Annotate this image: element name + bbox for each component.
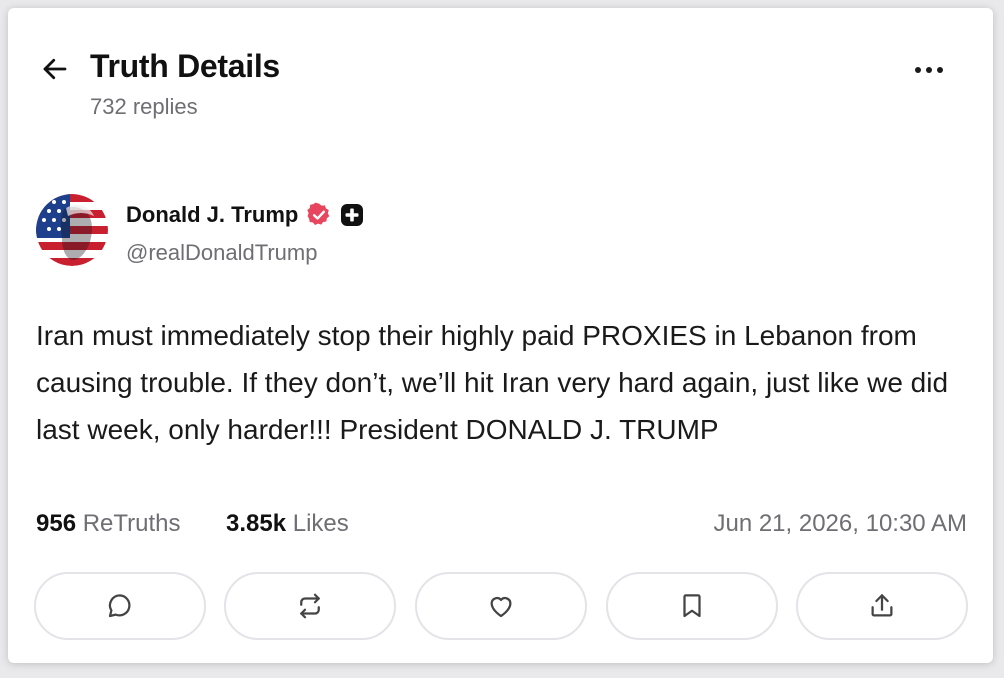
retruth-button[interactable] [224, 572, 396, 640]
comment-icon [108, 594, 131, 618]
page-title: Truth Details [90, 48, 280, 84]
retruths-label: ReTruths [82, 510, 181, 537]
bookmark-icon [683, 594, 701, 618]
repost-icon [300, 593, 320, 619]
like-button[interactable] [415, 572, 587, 640]
author-name-row: Donald J. Trump [126, 202, 364, 228]
plus-badge-icon [340, 203, 364, 227]
likes-count: 3.85k [226, 510, 287, 537]
likes-label: Likes [292, 510, 349, 537]
truth-detail-card: Truth Details 732 replies Donald J. Trum… [8, 8, 993, 663]
post-stats: 956 ReTruths 3.85k Likes Jun 21, 2026, 1… [36, 510, 967, 544]
arrow-left-icon [43, 58, 67, 80]
author-handle[interactable]: @realDonaldTrump [126, 240, 317, 266]
bookmark-button[interactable] [606, 572, 778, 640]
page-header: Truth Details 732 replies [8, 8, 993, 138]
verified-badge-icon [306, 202, 332, 228]
more-options-button[interactable] [909, 56, 949, 84]
action-bar [34, 572, 970, 644]
reply-count: 732 replies [90, 94, 198, 119]
post-body-text: Iran must immediately stop their highly … [36, 320, 949, 445]
back-button[interactable] [38, 52, 72, 86]
avatar[interactable] [36, 194, 108, 266]
share-button[interactable] [796, 572, 968, 640]
retruths-count: 956 [36, 510, 77, 537]
share-icon [871, 594, 893, 617]
reply-button[interactable] [34, 572, 206, 640]
heart-icon [490, 597, 512, 618]
ellipsis-icon [915, 67, 943, 73]
retruths-stat[interactable]: 956 ReTruths [36, 510, 181, 538]
author-display-name[interactable]: Donald J. Trump [126, 202, 298, 228]
likes-stat[interactable]: 3.85k Likes [226, 510, 349, 538]
post-timestamp: Jun 21, 2026, 10:30 AM [713, 510, 967, 537]
